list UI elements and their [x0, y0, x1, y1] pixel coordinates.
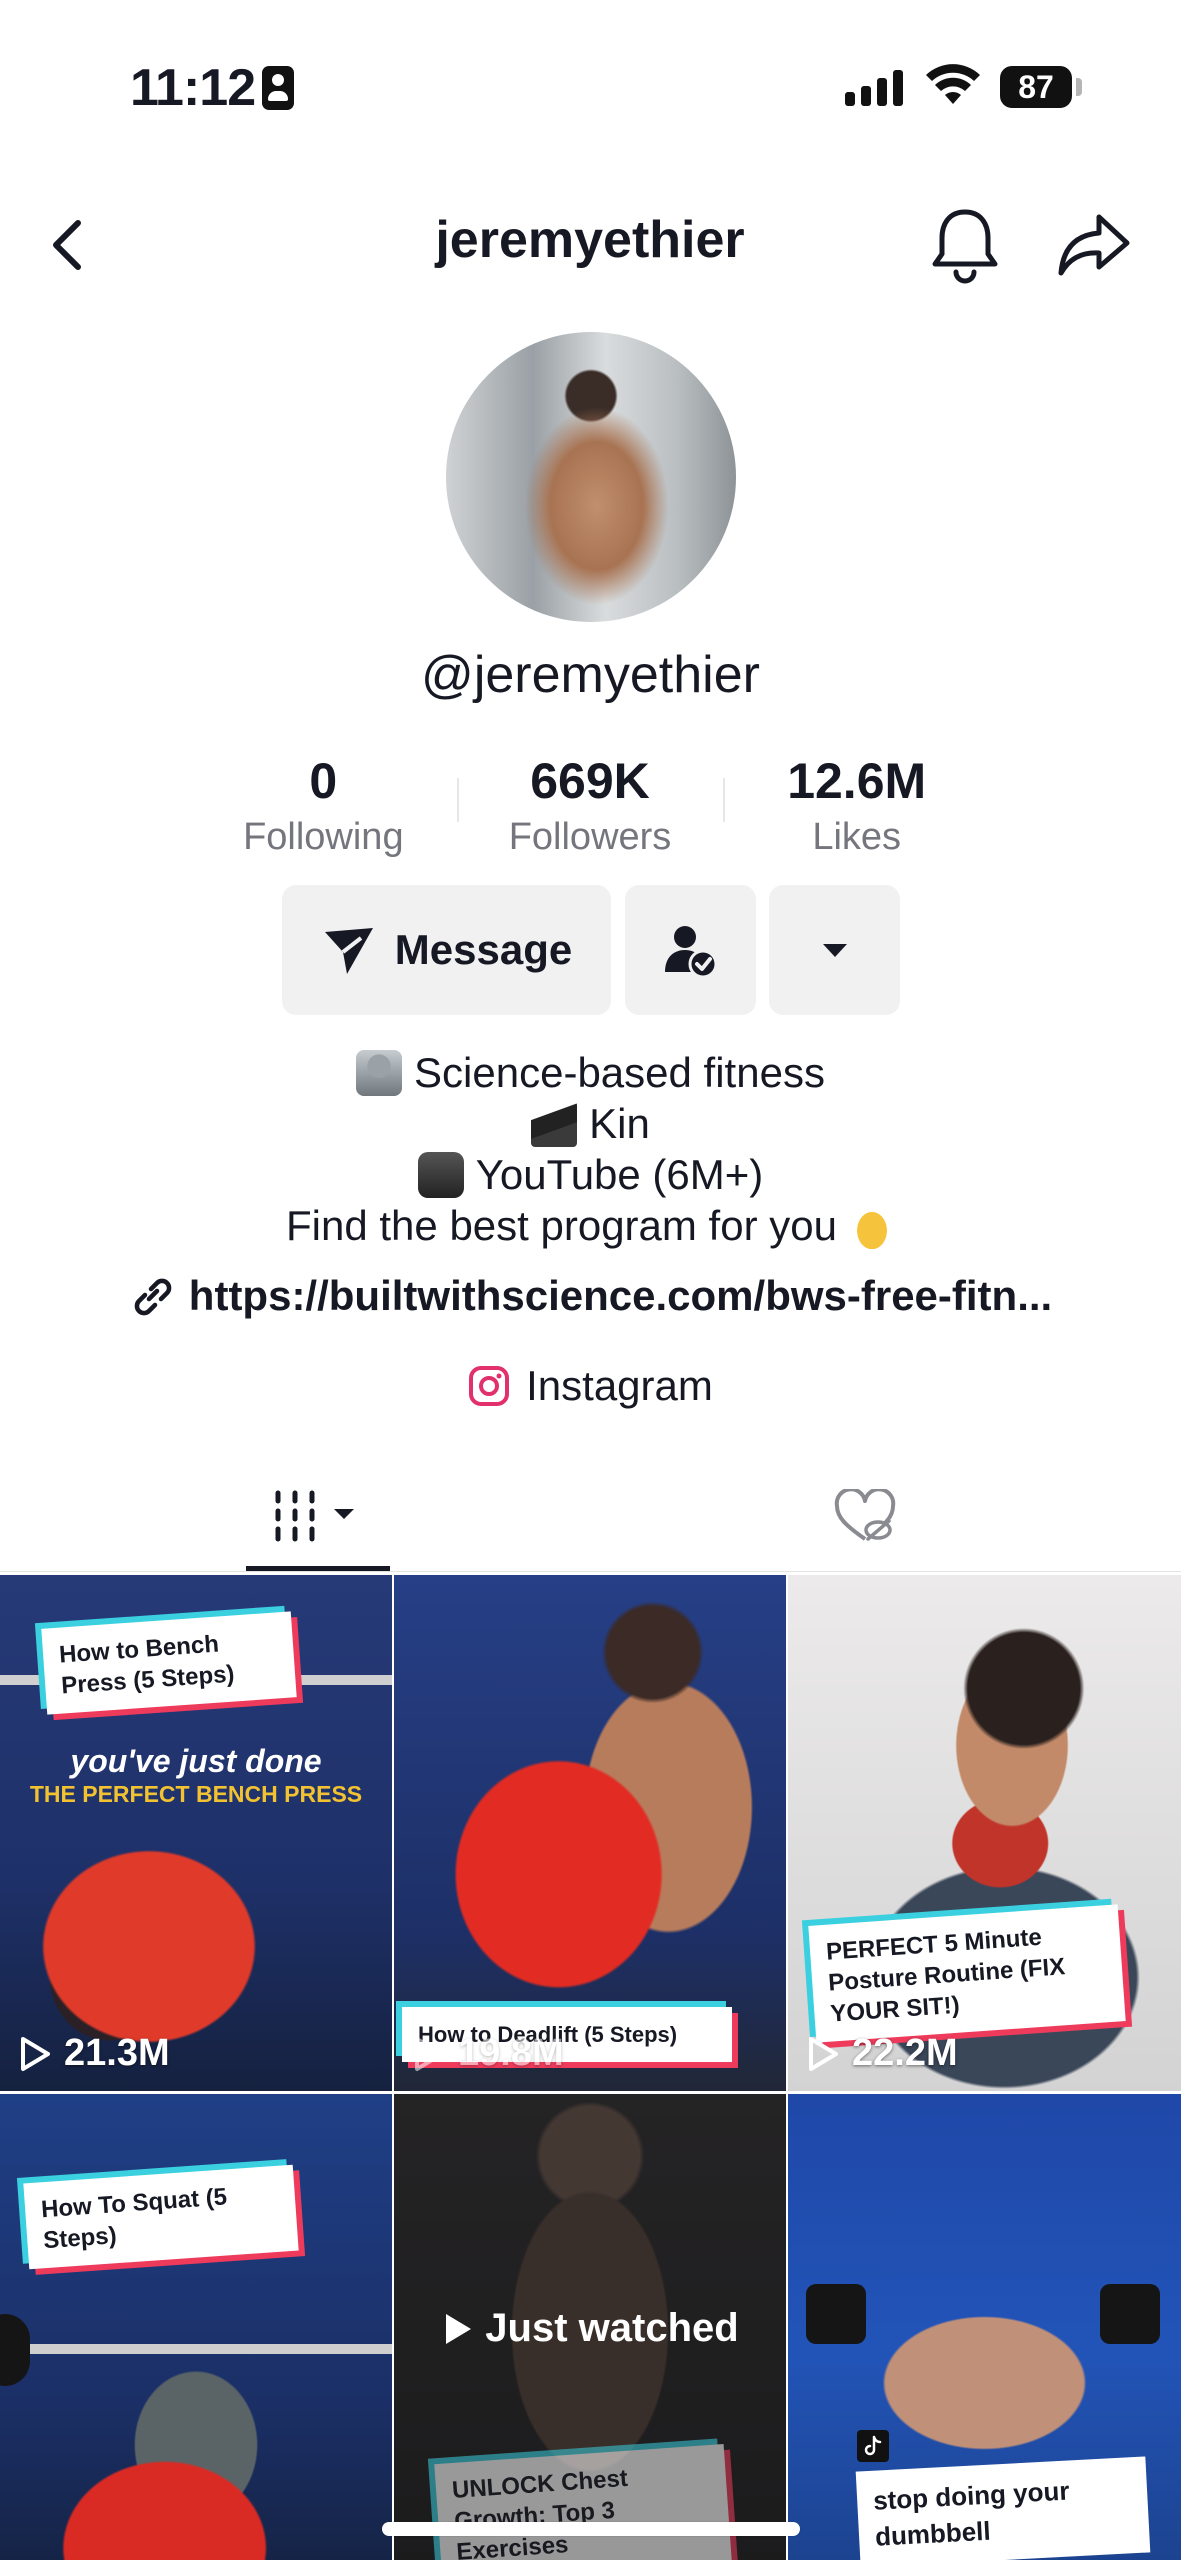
- video-title-tag: How to Bench Press (5 Steps): [41, 1611, 297, 1715]
- heart-hidden-icon: [834, 1489, 896, 1541]
- bio-text: YouTube (6M+): [475, 1151, 764, 1198]
- status-time: 11:12: [130, 59, 256, 117]
- bio-text: Kin: [589, 1100, 650, 1147]
- play-icon: [446, 2313, 472, 2344]
- bio-line: Find the best program for you: [0, 1200, 1181, 1251]
- video-grid: How to Bench Press (5 Steps) you've just…: [0, 1575, 1181, 2560]
- share-button[interactable]: [1055, 205, 1135, 285]
- weight-plate: [0, 2314, 30, 2386]
- bio-text: Science-based fitness: [414, 1049, 825, 1096]
- instagram-link[interactable]: Instagram: [0, 1362, 1181, 1410]
- contact-card-icon: [262, 66, 294, 110]
- profile-link-text: https://builtwithscience.com/bws-free-fi…: [188, 1272, 1053, 1319]
- video-thumbnail[interactable]: PERFECT 5 Minute Posture Routine (FIX YO…: [788, 1575, 1181, 2091]
- pointing-down-icon: [848, 1202, 895, 1249]
- stat-value: 0: [309, 753, 338, 809]
- video-title-tag: UNLOCK Chest Growth: Top 3 Exercises: [434, 2444, 732, 2560]
- stat-label: Following: [243, 816, 404, 858]
- stat-value: 669K: [530, 753, 650, 809]
- video-title-tag: stop doing your dumbbell: [855, 2456, 1151, 2560]
- view-count-text: 19.8M: [458, 2032, 564, 2074]
- dumbbell: [806, 2284, 866, 2344]
- user-check-icon: [664, 926, 717, 979]
- view-count: 21.3M: [18, 2032, 170, 2075]
- video-title-tag: PERFECT 5 Minute Posture Routine (FIX YO…: [808, 1904, 1126, 2043]
- profile-stats: 0 Following 669K Followers 12.6M Likes: [190, 750, 990, 870]
- stat-value: 12.6M: [787, 753, 927, 809]
- video-thumbnail[interactable]: How To Squat (5 Steps): [0, 2094, 392, 2560]
- share-arrow-icon: [1058, 214, 1130, 276]
- tiktok-icon: [857, 2430, 889, 2462]
- back-button[interactable]: [38, 205, 98, 285]
- overlay-text: THE PERFECT BENCH PRESS: [29, 1781, 363, 1807]
- message-label: Message: [394, 926, 573, 973]
- battery-icon: 87: [1000, 66, 1072, 108]
- following-button[interactable]: [625, 885, 756, 1015]
- tab-videos[interactable]: [246, 1462, 390, 1572]
- barbell: [0, 2344, 392, 2354]
- overlay-text: you've just done: [70, 1743, 322, 1779]
- avatar[interactable]: [446, 332, 736, 622]
- cellular-signal-icon: [845, 68, 903, 106]
- view-count-text: 22.2M: [852, 2032, 958, 2074]
- battery-tip: [1076, 78, 1082, 96]
- view-count: 22.2M: [806, 2032, 958, 2075]
- play-outline-icon: [21, 2036, 50, 2071]
- bio-line: YouTube (6M+): [0, 1149, 1181, 1200]
- video-thumbnail[interactable]: stop doing your dumbbell: [788, 2094, 1181, 2560]
- instagram-label: Instagram: [526, 1362, 713, 1409]
- microscope-icon: [356, 1049, 403, 1096]
- tab-liked[interactable]: [810, 1462, 920, 1572]
- stat-label: Followers: [508, 816, 672, 858]
- bell-icon: [932, 209, 998, 284]
- send-icon: [324, 928, 373, 974]
- instagram-icon: [469, 1366, 510, 1406]
- profile-link[interactable]: https://builtwithscience.com/bws-free-fi…: [0, 1272, 1181, 1320]
- view-count: 19.8M: [412, 2032, 564, 2075]
- video-title-tag: How To Squat (5 Steps): [23, 2164, 299, 2270]
- stat-following[interactable]: 0 Following: [190, 750, 457, 870]
- message-button[interactable]: Message: [282, 885, 611, 1015]
- profile-handle: @jeremyethier: [421, 646, 760, 704]
- just-watched-text: Just watched: [485, 2306, 739, 2350]
- chevron-left-icon: [53, 220, 81, 270]
- video-thumbnail[interactable]: UNLOCK Chest Growth: Top 3 Exercises Jus…: [394, 2094, 786, 2560]
- caret-down-icon: [822, 944, 847, 957]
- play-outline-icon: [415, 2036, 444, 2071]
- notification-button[interactable]: [925, 200, 1005, 290]
- bio-line: Kin: [0, 1098, 1181, 1149]
- home-indicator[interactable]: [382, 2522, 800, 2536]
- status-bar: 11:12 87: [0, 0, 1181, 175]
- video-thumbnail[interactable]: How to Bench Press (5 Steps) you've just…: [0, 1575, 392, 2091]
- stat-followers[interactable]: 669K Followers: [456, 750, 724, 870]
- bio-text: Find the best program for you: [286, 1202, 837, 1249]
- bio-line: Science-based fitness: [0, 1047, 1181, 1098]
- profile-bio: Science-based fitness Kin YouTube (6M+) …: [0, 1047, 1181, 1251]
- wifi-icon: [926, 64, 980, 104]
- profile-tabs: [0, 1462, 1181, 1572]
- link-icon: [134, 1278, 172, 1316]
- dumbbell: [1100, 2284, 1160, 2344]
- graduation-cap-icon: [531, 1100, 578, 1147]
- just-watched-label: Just watched: [394, 2306, 786, 2351]
- page-title: jeremyethier: [435, 211, 745, 269]
- play-outline-icon: [809, 2036, 838, 2071]
- suggested-accounts-button[interactable]: [769, 885, 900, 1015]
- view-count-text: 21.3M: [64, 2032, 170, 2074]
- stat-likes[interactable]: 12.6M Likes: [723, 750, 990, 870]
- stat-label: Likes: [812, 816, 902, 858]
- movie-camera-icon: [417, 1151, 464, 1198]
- grid-bars-icon: [275, 1490, 354, 1542]
- video-thumbnail[interactable]: How to Deadlift (5 Steps) 19.8M: [394, 1575, 786, 2091]
- tabs-divider: [0, 1571, 1181, 1572]
